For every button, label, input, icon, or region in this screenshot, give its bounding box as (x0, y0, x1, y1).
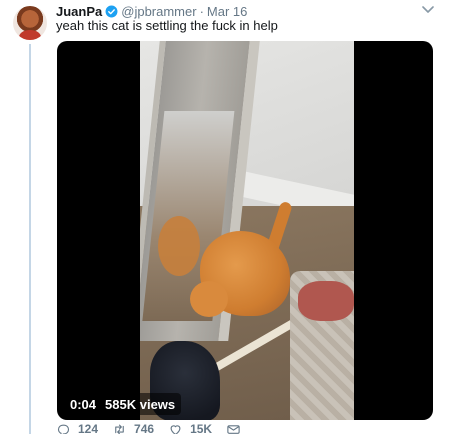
heart-icon (170, 424, 181, 434)
author-handle[interactable]: @jpbrammer (121, 4, 196, 19)
video-pillow (298, 281, 354, 321)
avatar[interactable] (13, 6, 47, 40)
verified-badge-icon (105, 5, 118, 17)
video-overlay: 0:04 585K views (64, 393, 182, 415)
tweet-text: yeah this cat is settling the fuck in he… (56, 18, 278, 33)
video-time: 0:04 (70, 396, 97, 412)
retweet-icon (115, 424, 124, 434)
chevron-down-icon[interactable] (422, 5, 434, 15)
tweet-actions: 124 746 15K (56, 422, 436, 434)
retweet-button[interactable]: 746 (112, 422, 154, 434)
video-frame (140, 41, 354, 420)
author-name[interactable]: JuanPa (56, 4, 102, 19)
video-views: 585K views (105, 396, 176, 412)
dm-button[interactable] (226, 422, 241, 434)
reply-icon (57, 424, 70, 434)
video-cat-reflection (158, 216, 200, 276)
tweet-date[interactable]: Mar 16 (207, 4, 247, 19)
retweet-count: 746 (134, 422, 155, 434)
reply-button[interactable]: 124 (56, 422, 98, 434)
reply-count: 124 (78, 422, 99, 434)
like-button[interactable]: 15K (168, 422, 212, 434)
video-player[interactable]: 0:04 585K views (57, 41, 433, 420)
envelope-icon (227, 424, 240, 434)
tweet-header: JuanPa @jpbrammer · Mar 16 (56, 3, 247, 19)
video-cat-head (190, 281, 228, 317)
like-count: 15K (190, 422, 213, 434)
thread-line (29, 44, 31, 434)
separator-dot: · (199, 3, 204, 19)
avatar-shirt (19, 30, 41, 40)
